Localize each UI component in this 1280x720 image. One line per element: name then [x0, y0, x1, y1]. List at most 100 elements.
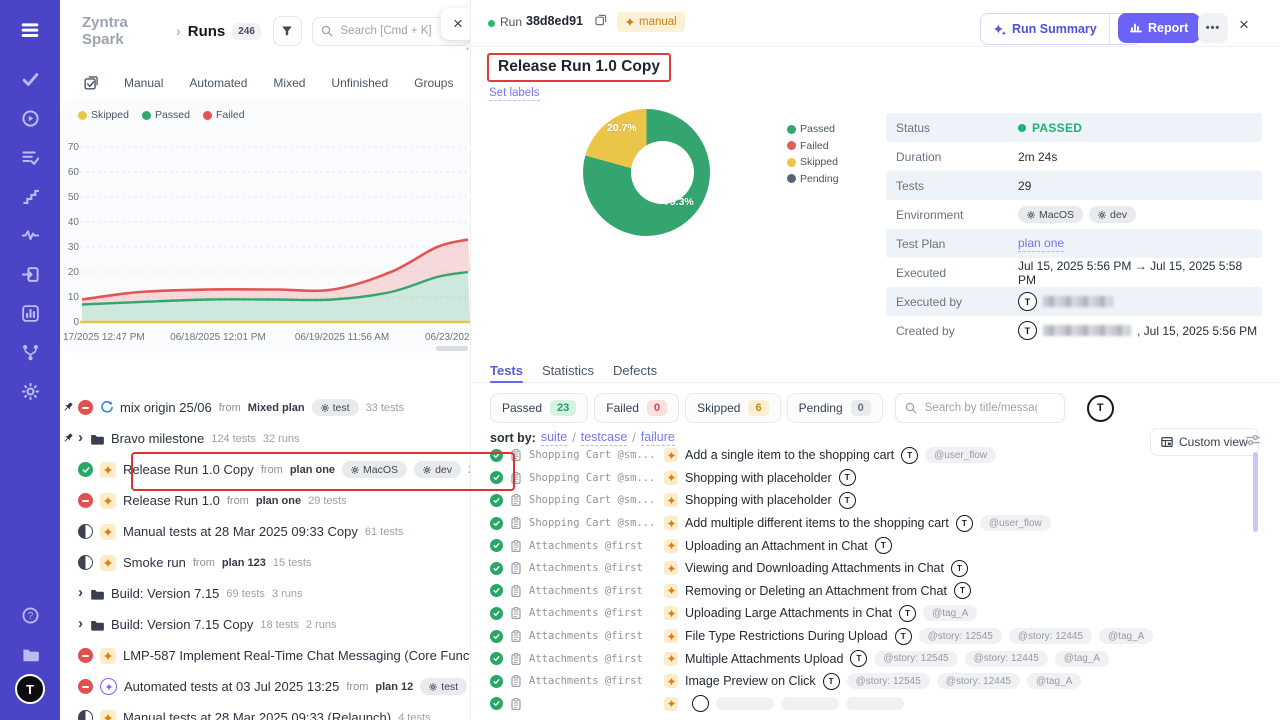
- run-list-item[interactable]: Release Run 1.0fromplan one29 tests: [60, 485, 470, 516]
- test-list-item[interactable]: Shopping Cart @sm...Add a single item to…: [471, 444, 1261, 467]
- run-list-item[interactable]: Release Run 1.0 Copyfromplan oneMacOSdev…: [60, 454, 470, 485]
- sidebar-branch-icon[interactable]: [0, 333, 60, 372]
- filter-button[interactable]: [273, 16, 302, 46]
- sidebar-gear-icon[interactable]: [0, 372, 60, 411]
- test-list-item[interactable]: Attachments @firstMultiple Attachments U…: [471, 647, 1261, 670]
- run-plan-link[interactable]: plan one: [290, 464, 335, 476]
- test-list-item[interactable]: Attachments @firstFile Type Restrictions…: [471, 625, 1261, 648]
- test-assignee-avatar: T: [954, 582, 971, 599]
- tab-groups[interactable]: Groups: [414, 76, 453, 90]
- sidebar-bar-chart-icon[interactable]: [0, 294, 60, 333]
- tab-manual[interactable]: Manual: [124, 76, 163, 90]
- clipboard-icon: [510, 630, 522, 642]
- test-title: Add multiple different items to the shop…: [685, 516, 949, 530]
- run-list-item[interactable]: Automated tests at 03 Jul 2025 13:25from…: [60, 671, 470, 702]
- test-list-item[interactable]: Attachments @firstRemoving or Deleting a…: [471, 580, 1261, 603]
- report-button[interactable]: Report: [1118, 13, 1200, 43]
- info-label: Created by: [896, 324, 1018, 338]
- run-plan-link[interactable]: plan one: [256, 495, 301, 507]
- run-plan-link[interactable]: Mixed plan: [248, 402, 305, 414]
- run-list-item[interactable]: ›Bravo milestone124 tests32 runs: [60, 423, 470, 454]
- sidebar-check-icon[interactable]: [0, 60, 60, 99]
- partial-status-icon: [78, 555, 93, 570]
- sidebar-import-icon[interactable]: [0, 255, 60, 294]
- close-run-detail-button[interactable]: ×: [1239, 15, 1249, 35]
- assignee-avatar-filter[interactable]: T: [1087, 395, 1114, 422]
- info-value: 2m 24s: [1018, 150, 1057, 164]
- chevron-right-icon[interactable]: ›: [78, 585, 83, 600]
- test-list-item[interactable]: Shopping Cart @sm...Shopping with placeh…: [471, 489, 1261, 512]
- filter-skipped[interactable]: Skipped6: [685, 393, 781, 423]
- close-runs-panel-button[interactable]: ×: [441, 8, 471, 40]
- filter-pending[interactable]: Pending0: [787, 393, 883, 423]
- run-tests-count: 15 tests: [273, 557, 312, 569]
- report-label: Report: [1148, 21, 1188, 35]
- multi-select-icon[interactable]: [84, 76, 98, 90]
- y-axis-label: 10: [63, 292, 79, 303]
- skipped-dot: [787, 158, 796, 167]
- status-dot: [1018, 124, 1026, 132]
- test-list-item[interactable]: Attachments @firstImage Preview on Click…: [471, 670, 1261, 693]
- run-plan-link[interactable]: plan 123: [222, 557, 266, 569]
- sidebar-help-icon[interactable]: ?: [0, 596, 60, 635]
- run-list-item[interactable]: LMP-587 Implement Real-Time Chat Messagi…: [60, 640, 470, 671]
- test-list-item[interactable]: [471, 693, 1261, 716]
- chevron-right-icon[interactable]: ›: [78, 430, 83, 445]
- sidebar-avatar[interactable]: T: [15, 674, 45, 704]
- test-plan-link[interactable]: plan one: [1018, 236, 1064, 252]
- test-suite-name: Shopping Cart @sm...: [529, 517, 657, 529]
- copy-run-id-icon[interactable]: [595, 14, 607, 26]
- info-text: Jul 15, 2025 5:56 PM → Jul 15, 2025 5:58…: [1018, 259, 1262, 287]
- sidebar-play-icon[interactable]: [0, 99, 60, 138]
- test-list-item[interactable]: Shopping Cart @sm... Add multiple differe…: [471, 512, 1261, 535]
- breadcrumb-project[interactable]: Zyntra Spark: [82, 14, 169, 48]
- run-list-item[interactable]: Smoke runfromplan 12315 tests: [60, 547, 470, 578]
- set-labels-link[interactable]: Set labels: [489, 87, 540, 101]
- run-list-item[interactable]: Manual tests at 28 Mar 2025 09:33 Copy61…: [60, 516, 470, 547]
- filter-failed[interactable]: Failed0: [594, 393, 679, 423]
- test-assignee-avatar: T: [901, 447, 918, 464]
- run-summary-button[interactable]: Run Summary: [981, 14, 1109, 44]
- test-tag: @story: 12545: [874, 651, 957, 667]
- chevron-right-icon[interactable]: ›: [78, 616, 83, 631]
- tab-unfinished[interactable]: Unfinished: [331, 76, 388, 90]
- run-list-item[interactable]: ›Build: Version 7.1569 tests3 runs: [60, 578, 470, 609]
- run-name: Release Run 1.0: [123, 493, 220, 508]
- run-plan-link[interactable]: plan 12: [375, 681, 413, 693]
- run-list-item[interactable]: mix origin 25/06fromMixed plantest33 tes…: [60, 392, 470, 423]
- tab-tests[interactable]: Tests: [490, 358, 523, 382]
- test-list-item[interactable]: Shopping Cart @sm...Shopping with placeh…: [471, 467, 1261, 490]
- run-list-item[interactable]: ›Build: Version 7.15 Copy18 tests2 runs: [60, 609, 470, 640]
- tab-defects[interactable]: Defects: [613, 358, 657, 382]
- tests-search-input[interactable]: [923, 401, 1039, 415]
- test-list-item[interactable]: Attachments @firstUploading Large Attach…: [471, 602, 1261, 625]
- test-list-item[interactable]: Attachments @firstUploading an Attachmen…: [471, 534, 1261, 557]
- run-from-label: from: [346, 681, 368, 693]
- tab-mixed[interactable]: Mixed: [273, 76, 305, 90]
- test-list-item[interactable]: Attachments @firstViewing and Downloadin…: [471, 557, 1261, 580]
- tab-automated[interactable]: Automated: [189, 76, 247, 90]
- tab-statistics[interactable]: Statistics: [542, 358, 594, 382]
- sidebar-activity-icon[interactable]: [0, 216, 60, 255]
- info-row-executed-by: Executed byT: [886, 287, 1262, 316]
- sidebar-folder-icon[interactable]: [0, 635, 60, 674]
- run-list-item[interactable]: Manual tests at 28 Mar 2025 09:33 (Relau…: [60, 702, 470, 720]
- tests-scrollbar[interactable]: [1253, 452, 1258, 532]
- info-value: Jul 15, 2025 5:56 PM → Jul 15, 2025 5:58…: [1018, 259, 1262, 287]
- sidebar-list-check-icon[interactable]: [0, 138, 60, 177]
- runs-list: mix origin 25/06fromMixed plantest33 tes…: [60, 392, 470, 720]
- environment-pill-label: test: [441, 681, 458, 693]
- test-assignee-avatar: T: [899, 605, 916, 622]
- chart-horizontal-scrollbar[interactable]: [436, 346, 468, 351]
- legend-label: Skipped: [91, 109, 129, 121]
- folder-icon: [90, 587, 104, 601]
- filter-passed[interactable]: Passed23: [490, 393, 588, 423]
- manual-test-icon: [664, 674, 678, 688]
- failed-dot: [203, 111, 212, 120]
- breadcrumb-section[interactable]: Runs: [188, 23, 226, 40]
- more-actions-button[interactable]: •••: [1198, 13, 1228, 43]
- manual-test-icon: [664, 629, 678, 643]
- sidebar-menu-icon[interactable]: [0, 0, 60, 60]
- runs-search-input[interactable]: [339, 24, 453, 38]
- sidebar-steps-icon[interactable]: [0, 177, 60, 216]
